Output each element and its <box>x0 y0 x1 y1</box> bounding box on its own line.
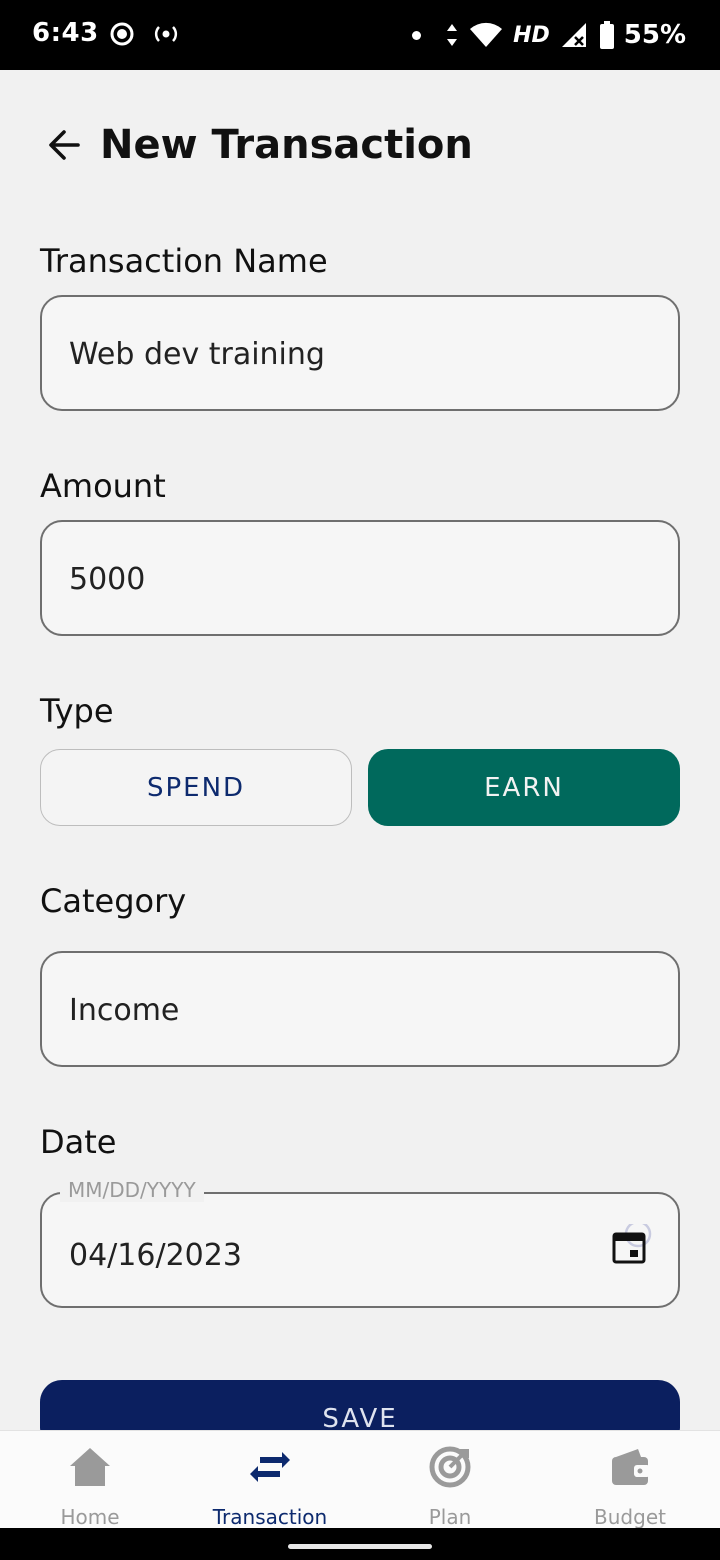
nav-transaction[interactable]: Transaction <box>180 1431 360 1529</box>
battery-percent: 55% <box>623 20 686 50</box>
date-label: Date <box>40 1123 117 1161</box>
nav-plan[interactable]: Plan <box>360 1431 540 1529</box>
bottom-navigation: Home Transaction Plan Budget <box>0 1430 720 1529</box>
category-value: Income <box>69 993 180 1028</box>
home-indicator[interactable] <box>288 1544 432 1549</box>
status-bar: 6:43 HD 55% <box>0 0 720 70</box>
network-type: HD <box>513 22 550 48</box>
target-icon <box>429 1446 471 1488</box>
date-input[interactable]: MM/DD/YYYY 04/16/2023 <box>40 1178 680 1308</box>
calendar-icon[interactable] <box>608 1224 652 1268</box>
notification-dot <box>412 30 422 40</box>
hotspot-icon <box>154 26 178 42</box>
earn-button[interactable]: EARN <box>368 749 680 826</box>
nav-plan-label: Plan <box>428 1505 472 1529</box>
transaction-name-input[interactable]: Web dev training <box>40 295 680 411</box>
arrow-left-icon <box>49 130 80 160</box>
battery-icon <box>599 21 614 49</box>
nav-transaction-label: Transaction <box>212 1505 328 1529</box>
type-label: Type <box>40 692 114 730</box>
transaction-name-label: Transaction Name <box>40 242 328 280</box>
amount-value: 5000 <box>69 562 146 597</box>
app-header: New Transaction <box>40 118 473 172</box>
date-format-hint: MM/DD/YYYY <box>60 1178 204 1202</box>
nav-budget-label: Budget <box>594 1505 666 1529</box>
category-label: Category <box>40 882 187 920</box>
data-transfer-icon <box>447 24 458 46</box>
spend-button[interactable]: SPEND <box>40 749 352 826</box>
signal-icon <box>561 23 586 47</box>
wifi-icon <box>470 22 503 47</box>
status-time: 6:43 <box>32 18 99 48</box>
home-icon <box>70 1448 110 1486</box>
screen-record-icon <box>110 22 134 46</box>
status-right-group: HD 55% <box>402 18 686 52</box>
wallet-icon <box>612 1449 650 1485</box>
category-input[interactable]: Income <box>40 951 680 1067</box>
nav-budget[interactable]: Budget <box>540 1431 720 1529</box>
swap-icon <box>250 1452 290 1482</box>
date-value: 04/16/2023 <box>69 1238 242 1273</box>
transaction-name-value: Web dev training <box>69 337 325 372</box>
page-title: New Transaction <box>100 122 473 168</box>
nav-home-label: Home <box>60 1505 120 1529</box>
nav-home[interactable]: Home <box>0 1431 180 1529</box>
amount-label: Amount <box>40 467 166 505</box>
back-button[interactable] <box>40 121 88 169</box>
amount-input[interactable]: 5000 <box>40 520 680 636</box>
